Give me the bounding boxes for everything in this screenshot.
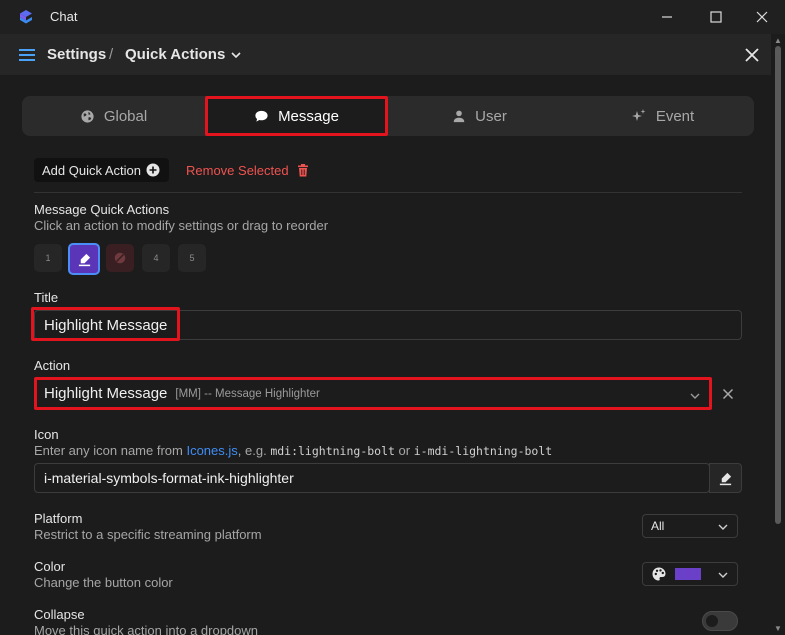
- chevron-down-icon: [718, 524, 728, 530]
- color-swatch: [675, 568, 701, 580]
- color-hint: Change the button color: [34, 575, 173, 590]
- icon-example-2: i-mdi-lightning-bolt: [413, 444, 553, 458]
- section-divider: [34, 192, 742, 193]
- add-quick-action-button[interactable]: Add Quick Action: [34, 158, 169, 182]
- icon-input-value: i-material-symbols-format-ink-highlighte…: [44, 470, 294, 486]
- icon-hint-mid: , e.g.: [237, 443, 271, 458]
- color-picker[interactable]: [642, 562, 738, 586]
- icon-hint-prefix: Enter any icon name from: [34, 443, 187, 458]
- minimize-icon: [662, 16, 672, 18]
- tab-message[interactable]: Message: [205, 96, 388, 136]
- person-icon: [453, 110, 465, 123]
- collapse-toggle[interactable]: [702, 611, 738, 631]
- breadcrumb-settings[interactable]: Settings: [47, 46, 106, 63]
- quick-actions-label: Message Quick Actions: [34, 202, 170, 217]
- quick-action-slot-5[interactable]: 5: [178, 244, 206, 272]
- platform-select-value: All: [651, 519, 665, 533]
- icon-label: Icon: [34, 427, 59, 442]
- quick-action-slot-3[interactable]: [106, 244, 134, 272]
- globe-icon: [81, 109, 94, 123]
- sparkles-icon: [631, 109, 646, 121]
- scroll-down-icon[interactable]: ▼: [774, 624, 782, 633]
- color-label: Color: [34, 559, 66, 574]
- tab-user-label: User: [475, 107, 507, 125]
- remove-selected-label: Remove Selected: [186, 162, 289, 178]
- window-title: Chat: [50, 9, 78, 24]
- toggle-knob: [706, 615, 718, 627]
- action-select[interactable]: Highlight Message [MM] -- Message Highli…: [34, 377, 712, 410]
- minimize-button[interactable]: [644, 0, 690, 34]
- maximize-icon: [710, 11, 722, 23]
- collapse-label: Collapse: [34, 607, 85, 622]
- category-tabs: Global Message User Event: [22, 96, 754, 136]
- platform-select[interactable]: All: [642, 514, 738, 538]
- settings-header: Settings / Quick Actions: [0, 34, 771, 75]
- tab-global[interactable]: Global: [22, 96, 205, 136]
- tab-message-label: Message: [278, 107, 339, 125]
- quick-action-slot-1[interactable]: 1: [34, 244, 62, 272]
- app-logo-icon: [20, 10, 32, 24]
- title-label: Title: [34, 290, 59, 305]
- maximize-button[interactable]: [693, 0, 739, 34]
- platform-label: Platform: [34, 511, 83, 526]
- tab-global-label: Global: [103, 107, 148, 125]
- slot-label: 1: [45, 253, 51, 263]
- tab-event[interactable]: Event: [571, 96, 754, 136]
- action-select-value: Highlight Message: [44, 385, 168, 402]
- chevron-down-icon: [718, 572, 728, 578]
- title-highlight-box: [31, 307, 180, 341]
- palette-icon: [652, 567, 666, 581]
- trash-icon: [297, 163, 308, 176]
- hamburger-menu-icon[interactable]: [19, 48, 37, 62]
- collapse-hint: Move this quick action into a dropdown: [34, 623, 259, 635]
- window-titlebar: Chat: [0, 0, 785, 34]
- icon-preview-button[interactable]: [709, 463, 742, 493]
- settings-close-icon[interactable]: [742, 45, 762, 65]
- ink-highlighter-icon: [719, 472, 732, 485]
- icones-link[interactable]: Icones.js: [186, 443, 237, 458]
- chat-blocked-icon: [114, 252, 126, 264]
- breadcrumb-separator: /: [109, 46, 114, 63]
- platform-hint: Restrict to a specific streaming platfor…: [34, 527, 262, 542]
- quick-action-slot-highlight[interactable]: [68, 243, 100, 275]
- icon-hint-or: or: [394, 443, 414, 458]
- slot-label: 4: [153, 253, 159, 263]
- window-close-button[interactable]: [739, 0, 785, 34]
- close-icon: [756, 11, 768, 23]
- quick-actions-hint: Click an action to modify settings or dr…: [34, 218, 329, 233]
- action-label: Action: [34, 358, 71, 373]
- clear-action-icon[interactable]: [720, 386, 736, 402]
- breadcrumb-quick-actions[interactable]: Quick Actions: [125, 46, 225, 63]
- ink-highlighter-icon: [78, 253, 90, 266]
- slot-label: 5: [189, 253, 195, 263]
- chat-bubble-icon: [255, 110, 268, 122]
- chevron-down-icon[interactable]: [229, 48, 243, 62]
- tab-user[interactable]: User: [388, 96, 571, 136]
- tab-event-label: Event: [655, 107, 695, 125]
- quick-action-slot-4[interactable]: 4: [142, 244, 170, 272]
- icon-input[interactable]: i-material-symbols-format-ink-highlighte…: [34, 463, 710, 493]
- action-select-detail: [MM] -- Message Highlighter: [175, 387, 320, 400]
- plus-circle-icon: [146, 163, 160, 177]
- remove-selected-button[interactable]: Remove Selected: [186, 158, 309, 182]
- scrollbar-thumb[interactable]: [775, 46, 781, 524]
- icon-example-1: mdi:lightning-bolt: [270, 444, 395, 458]
- vertical-scrollbar[interactable]: ▲ ▼: [771, 34, 785, 635]
- icon-hint: Enter any icon name from Icones.js, e.g.…: [34, 443, 552, 458]
- scroll-up-icon[interactable]: ▲: [774, 36, 782, 45]
- add-quick-action-label: Add Quick Action: [42, 162, 141, 178]
- chevron-down-icon: [690, 393, 700, 399]
